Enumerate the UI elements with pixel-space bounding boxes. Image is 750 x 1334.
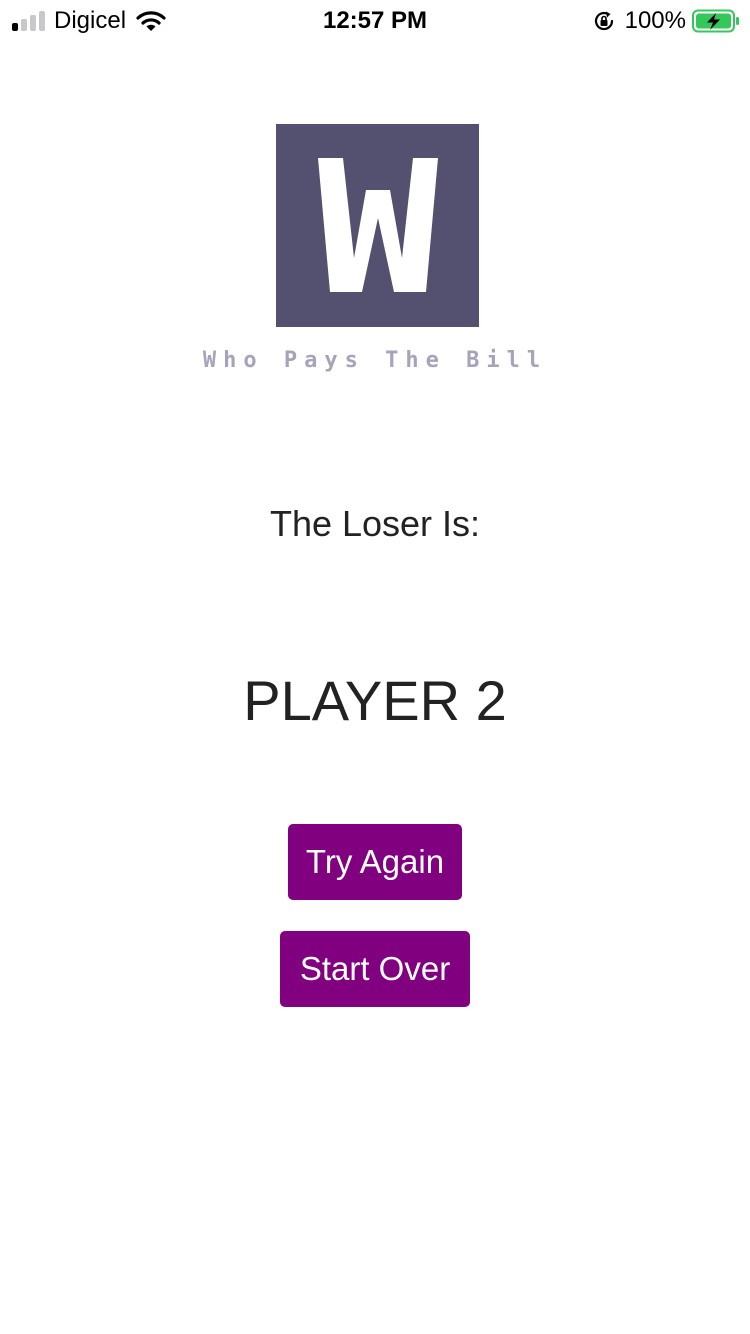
logo-w-mark <box>317 157 438 292</box>
battery-charging-icon <box>692 9 739 33</box>
status-bar-right: 100% <box>592 6 740 36</box>
battery-percent: 100% <box>624 7 686 34</box>
orientation-lock-icon <box>594 11 613 31</box>
status-bar: Digicel 12:57 PM 100% <box>0 0 750 42</box>
start-over-button[interactable]: Start Over <box>280 931 470 1007</box>
app-logo <box>276 124 479 327</box>
result-heading: The Loser Is: <box>269 503 481 544</box>
app-screen: Digicel 12:57 PM 100% Who Pays The Bill … <box>0 0 750 1334</box>
app-tagline: Who Pays The Bill <box>202 348 548 373</box>
loser-name: PLAYER 2 <box>243 669 507 732</box>
try-again-button[interactable]: Try Again <box>288 824 462 900</box>
